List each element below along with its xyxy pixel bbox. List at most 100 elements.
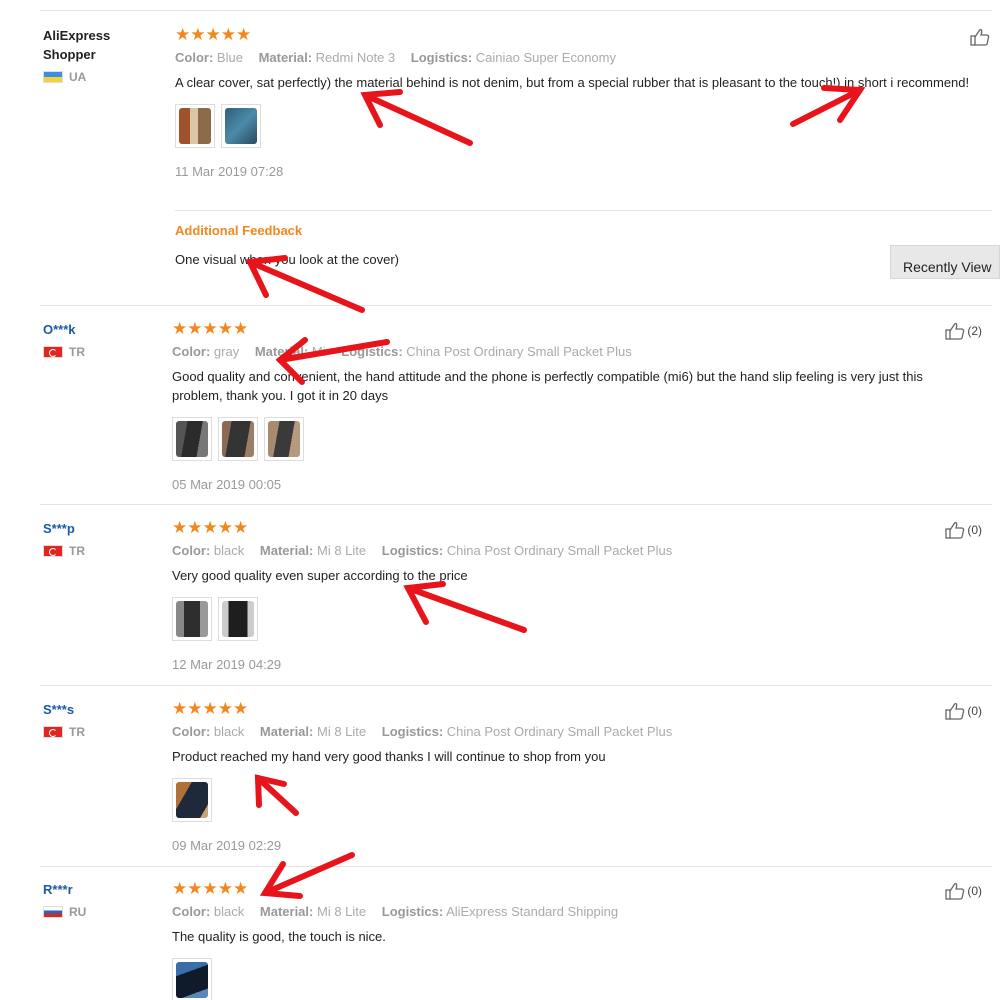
material-value: Mi 8 Lite [316, 543, 367, 558]
reviewer-country: TR [43, 345, 163, 359]
review-photo-thumbnail[interactable] [264, 417, 304, 461]
helpful-button[interactable]: (0) [945, 521, 982, 539]
review-photos [175, 104, 975, 148]
country-code: UA [69, 70, 87, 84]
helpful-count: (2) [967, 324, 982, 338]
additional-divider [175, 210, 992, 211]
logistics-value: Cainiao Super Economy [475, 50, 616, 65]
additional-feedback: Additional Feedback One visual when you … [175, 223, 975, 267]
color-label: Color: [172, 543, 211, 558]
review-divider [40, 685, 992, 686]
review-text: Product reached my hand very good thanks… [172, 749, 606, 764]
material-value: Mi 8 Lite [316, 904, 367, 919]
review-divider [40, 305, 992, 306]
color-value: black [213, 724, 245, 739]
logistics-label: Logistics: [381, 543, 444, 558]
ukraine-flag-icon [43, 71, 63, 83]
review-photos [172, 778, 972, 822]
logistics-label: Logistics: [381, 724, 444, 739]
thumbs-up-icon [970, 29, 990, 46]
order-attributes: Color: black Material: Mi 8 Lite Logisti… [172, 903, 972, 921]
star-rating: ★★★★★ [172, 699, 249, 718]
thumbs-up-icon [945, 323, 965, 340]
review-photo-thumbnail[interactable] [172, 778, 212, 822]
review-photo-thumbnail[interactable] [172, 958, 212, 1000]
logistics-value: China Post Ordinary Small Packet Plus [406, 344, 632, 359]
reviewer-name[interactable]: O***k [43, 320, 163, 339]
material-label: Material: [259, 724, 314, 739]
review-divider [40, 504, 992, 505]
recently-viewed-button[interactable]: Recently View [890, 245, 1000, 279]
logistics-value: China Post Ordinary Small Packet Plus [446, 543, 673, 558]
review-text: Good quality and convenient, the hand at… [172, 369, 923, 403]
color-value: black [213, 543, 245, 558]
helpful-count: (0) [967, 884, 982, 898]
material-label: Material: [259, 904, 314, 919]
reviewer-name[interactable]: S***p [43, 519, 163, 538]
logistics-value: AliExpress Standard Shipping [446, 904, 619, 919]
reviewer-country: TR [43, 544, 163, 558]
thumbs-up-icon [945, 883, 965, 900]
country-code: TR [69, 345, 85, 359]
additional-feedback-title: Additional Feedback [175, 223, 303, 238]
order-attributes: Color: gray Material: Mi Logistics: Chin… [172, 343, 972, 361]
helpful-count: (0) [967, 523, 982, 537]
material-label: Material: [254, 344, 309, 359]
reviewer-name[interactable]: AliExpress Shopper [43, 26, 163, 64]
review-text: A clear cover, sat perfectly) the materi… [175, 75, 970, 90]
logistics-label: Logistics: [410, 50, 473, 65]
logistics-label: Logistics: [381, 904, 444, 919]
review-photo-thumbnail[interactable] [218, 417, 258, 461]
country-code: RU [69, 905, 87, 919]
review-photos [172, 958, 972, 1000]
helpful-count: (0) [967, 704, 982, 718]
color-label: Color: [172, 904, 211, 919]
material-label: Material: [259, 543, 314, 558]
additional-feedback-text: One visual when you look at the cover) [175, 252, 400, 267]
thumbs-up-icon [945, 522, 965, 539]
review-photo-thumbnail[interactable] [172, 597, 212, 641]
turkey-flag-icon [43, 346, 63, 358]
order-attributes: Color: black Material: Mi 8 Lite Logisti… [172, 723, 972, 741]
color-label: Color: [172, 344, 211, 359]
material-label: Material: [258, 50, 313, 65]
helpful-button[interactable]: (2) [945, 322, 982, 340]
star-rating: ★★★★★ [172, 879, 249, 898]
helpful-button[interactable] [970, 28, 992, 46]
reviewer-name[interactable]: S***s [43, 700, 163, 719]
color-value: Blue [216, 50, 243, 65]
review-date: 05 Mar 2019 00:05 [172, 477, 282, 492]
country-code: TR [69, 544, 85, 558]
reviewer-country: RU [43, 905, 163, 919]
russia-flag-icon [43, 906, 63, 918]
review-date: 12 Mar 2019 04:29 [172, 657, 282, 672]
review-photo-thumbnail[interactable] [218, 597, 258, 641]
color-label: Color: [175, 50, 214, 65]
star-rating: ★★★★★ [172, 319, 249, 338]
country-code: TR [69, 725, 85, 739]
review-text: The quality is good, the touch is nice. [172, 929, 386, 944]
thumbs-up-icon [945, 703, 965, 720]
helpful-button[interactable]: (0) [945, 702, 982, 720]
logistics-label: Logistics: [341, 344, 403, 359]
reviewer-country: UA [43, 70, 163, 84]
turkey-flag-icon [43, 726, 63, 738]
review-photo-thumbnail[interactable] [221, 104, 261, 148]
color-label: Color: [172, 724, 211, 739]
material-value: Redmi Note 3 [315, 50, 396, 65]
review-text: Very good quality even super according t… [172, 568, 468, 583]
material-value: Mi [311, 344, 326, 359]
review-photo-thumbnail[interactable] [175, 104, 215, 148]
logistics-value: China Post Ordinary Small Packet Plus [446, 724, 673, 739]
reviewer-name[interactable]: R***r [43, 880, 163, 899]
review-photos [172, 417, 972, 461]
review-photo-thumbnail[interactable] [172, 417, 212, 461]
top-divider [40, 10, 992, 11]
material-value: Mi 8 Lite [316, 724, 367, 739]
order-attributes: Color: Blue Material: Redmi Note 3 Logis… [175, 49, 975, 67]
turkey-flag-icon [43, 545, 63, 557]
review-divider [40, 866, 992, 867]
order-attributes: Color: black Material: Mi 8 Lite Logisti… [172, 542, 972, 560]
color-value: black [213, 904, 245, 919]
helpful-button[interactable]: (0) [945, 882, 982, 900]
